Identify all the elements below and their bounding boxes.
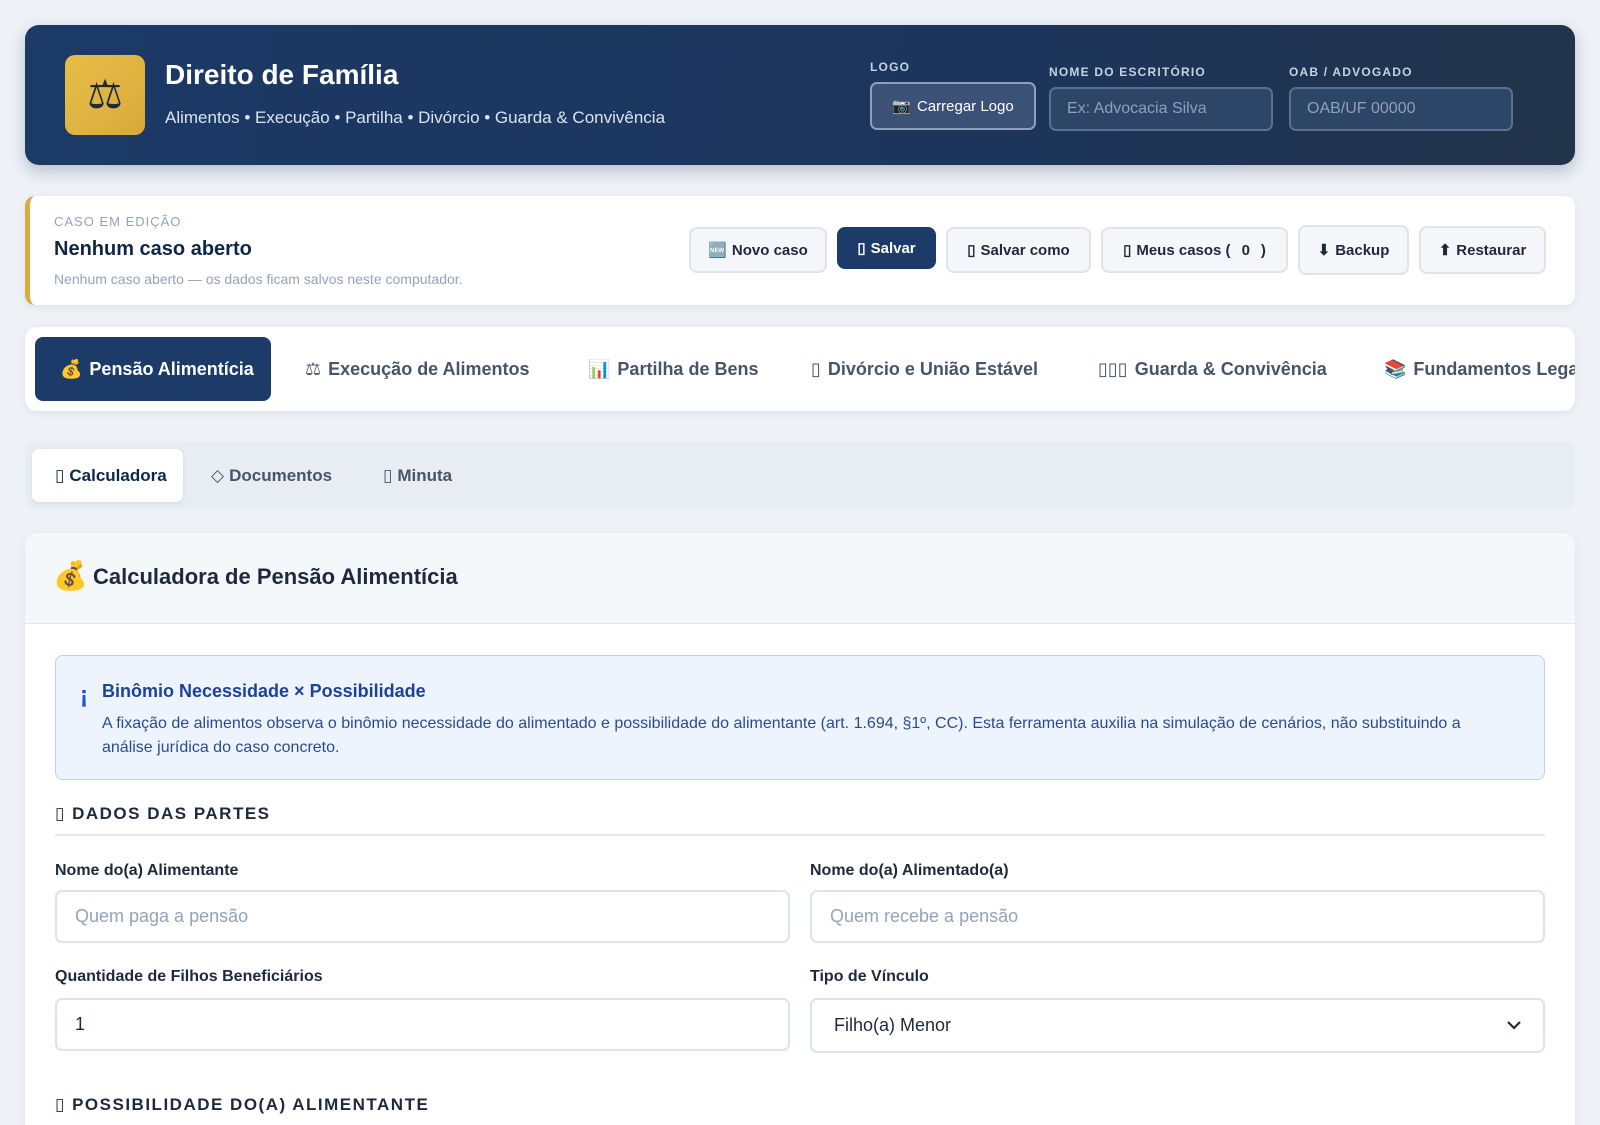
alimentado-label: Nome do(a) Alimentado(a) bbox=[810, 862, 1009, 879]
tab-label: Execução de Alimentos bbox=[328, 358, 530, 379]
vinculo-label: Tipo de Vínculo bbox=[810, 968, 929, 985]
save-label: Salvar bbox=[870, 239, 916, 257]
upload-icon: ⬆ bbox=[1438, 242, 1452, 259]
case-subtitle: Nenhum caso aberto — os dados ficam salv… bbox=[54, 271, 463, 287]
tab-label: Guarda & Convivência bbox=[1134, 358, 1327, 379]
download-icon: ⬇ bbox=[1317, 242, 1331, 259]
restore-label: Restaurar bbox=[1456, 241, 1527, 259]
money-bag-icon: 💰 bbox=[60, 358, 83, 379]
camera-icon: 📷 bbox=[892, 98, 911, 115]
oab-label: OAB / ADVOGADO bbox=[1289, 65, 1413, 79]
money-bag-icon: 💰 bbox=[53, 560, 88, 591]
tab-partilha-bens[interactable]: 📊 Partilha de Bens bbox=[588, 337, 758, 401]
subtab-documentos[interactable]: ◇ Documentos bbox=[211, 449, 332, 502]
sub-tabs: ▯ Calculadora ◇ Documentos ▯ Minuta bbox=[25, 442, 1575, 509]
case-kicker: CASO EM EDIÇÃO bbox=[54, 214, 182, 229]
upload-logo-label: Carregar Logo bbox=[916, 97, 1014, 115]
info-callout: ¡ Binômio Necessidade × Possibilidade A … bbox=[55, 655, 1545, 780]
document-icon: ▯ bbox=[383, 465, 393, 485]
my-cases-count: 0 bbox=[1241, 241, 1250, 259]
restore-button[interactable]: ⬆ Restaurar bbox=[1419, 226, 1546, 274]
new-icon: 🆕 bbox=[708, 242, 727, 259]
tab-fundamentos-legais[interactable]: 📚 Fundamentos Legais bbox=[1384, 337, 1575, 401]
section-label: DADOS DAS PARTES bbox=[72, 804, 271, 823]
subtab-minuta[interactable]: ▯ Minuta bbox=[383, 449, 452, 502]
oab-input[interactable] bbox=[1289, 87, 1513, 131]
my-cases-button[interactable]: ▯ Meus casos ( 0 ) bbox=[1101, 227, 1288, 273]
tab-label: Partilha de Bens bbox=[617, 358, 759, 379]
scales-icon: ⚖ bbox=[305, 358, 322, 379]
tab-label: Pensão Alimentícia bbox=[89, 358, 254, 379]
upload-logo-button[interactable]: 📷 Carregar Logo bbox=[870, 82, 1036, 130]
my-cases-label: Meus casos ( bbox=[1136, 241, 1231, 259]
save-button[interactable]: ▯ Salvar bbox=[837, 227, 936, 269]
app-header: ⚖ Direito de Família Alimentos • Execuçã… bbox=[25, 25, 1575, 165]
backup-label: Backup bbox=[1335, 241, 1390, 259]
tab-divorcio-uniao[interactable]: ▯ Divórcio e União Estável bbox=[811, 337, 1038, 401]
chevron-down-icon bbox=[1507, 1017, 1521, 1035]
info-text: A fixação de alimentos observa o binômio… bbox=[102, 715, 1461, 756]
office-name-input[interactable] bbox=[1049, 87, 1273, 131]
books-icon: 📚 bbox=[1384, 358, 1407, 379]
case-title: Nenhum caso aberto bbox=[54, 238, 252, 260]
section-divider bbox=[55, 834, 1545, 836]
logo-label: LOGO bbox=[870, 60, 911, 74]
alimentante-input[interactable] bbox=[55, 890, 790, 943]
tab-guarda-convivencia[interactable]: ▯▯▯ Guarda & Convivência bbox=[1098, 337, 1327, 401]
app-subtitle: Alimentos • Execução • Partilha • Divórc… bbox=[165, 108, 666, 127]
section-dados-partes: ▯ DADOS DAS PARTES bbox=[55, 804, 271, 824]
section-possibilidade: ▯ POSSIBILIDADE DO(A) ALIMENTANTE bbox=[55, 1095, 429, 1115]
save-as-icon: ▯ bbox=[967, 242, 976, 259]
subtab-label: Documentos bbox=[229, 465, 333, 485]
tab-pensao-alimenticia[interactable]: 💰 Pensão Alimentícia bbox=[35, 337, 271, 401]
alimentado-input[interactable] bbox=[810, 890, 1545, 943]
info-icon: ¡ bbox=[80, 682, 88, 709]
scales-icon: ⚖ bbox=[65, 55, 145, 135]
panel-title: Calculadora de Pensão Alimentícia bbox=[93, 564, 458, 589]
subtab-label: Calculadora bbox=[69, 465, 167, 485]
vinculo-value: Filho(a) Menor bbox=[834, 1015, 952, 1035]
new-case-label: Novo caso bbox=[731, 241, 808, 259]
tag-icon: ◇ bbox=[211, 465, 225, 485]
save-as-label: Salvar como bbox=[980, 241, 1070, 259]
info-title: Binômio Necessidade × Possibilidade bbox=[102, 681, 426, 701]
wallet-icon: ▯ bbox=[55, 1095, 66, 1114]
calculator-panel: 💰 Calculadora de Pensão Alimentícia ¡ Bi… bbox=[25, 533, 1575, 1125]
document-icon: ▯ bbox=[811, 358, 821, 379]
person-icon: ▯ bbox=[55, 804, 66, 823]
tab-execucao-alimentos[interactable]: ⚖ Execução de Alimentos bbox=[305, 337, 530, 401]
main-tabs: 💰 Pensão Alimentícia ⚖ Execução de Alime… bbox=[25, 327, 1575, 411]
filhos-input[interactable] bbox=[55, 998, 790, 1051]
tab-label: Divórcio e União Estável bbox=[827, 358, 1038, 379]
alimentante-label: Nome do(a) Alimentante bbox=[55, 862, 239, 879]
calculator-icon: ▯ bbox=[55, 465, 65, 485]
new-case-button[interactable]: 🆕 Novo caso bbox=[689, 227, 827, 273]
office-name-label: NOME DO ESCRITÓRIO bbox=[1049, 65, 1206, 79]
tab-label: Fundamentos Legais bbox=[1413, 358, 1575, 379]
bar-chart-icon: 📊 bbox=[588, 358, 611, 379]
case-card: CASO EM EDIÇÃO Nenhum caso aberto Nenhum… bbox=[25, 196, 1575, 305]
subtab-label: Minuta bbox=[397, 465, 453, 485]
folder-icon: ▯ bbox=[1123, 242, 1132, 259]
my-cases-close: ) bbox=[1260, 241, 1266, 259]
panel-header: 💰 Calculadora de Pensão Alimentícia bbox=[25, 533, 1575, 624]
filhos-label: Quantidade de Filhos Beneficiários bbox=[55, 968, 323, 985]
backup-button[interactable]: ⬇ Backup bbox=[1298, 225, 1409, 275]
family-icon: ▯▯▯ bbox=[1098, 358, 1128, 379]
subtab-calculadora[interactable]: ▯ Calculadora bbox=[32, 449, 183, 502]
section-label: POSSIBILIDADE DO(A) ALIMENTANTE bbox=[72, 1095, 430, 1114]
save-icon: ▯ bbox=[857, 240, 866, 257]
vinculo-select[interactable]: Filho(a) Menor bbox=[810, 998, 1545, 1053]
app-title: Direito de Família bbox=[165, 59, 399, 90]
save-as-button[interactable]: ▯ Salvar como bbox=[946, 227, 1091, 273]
